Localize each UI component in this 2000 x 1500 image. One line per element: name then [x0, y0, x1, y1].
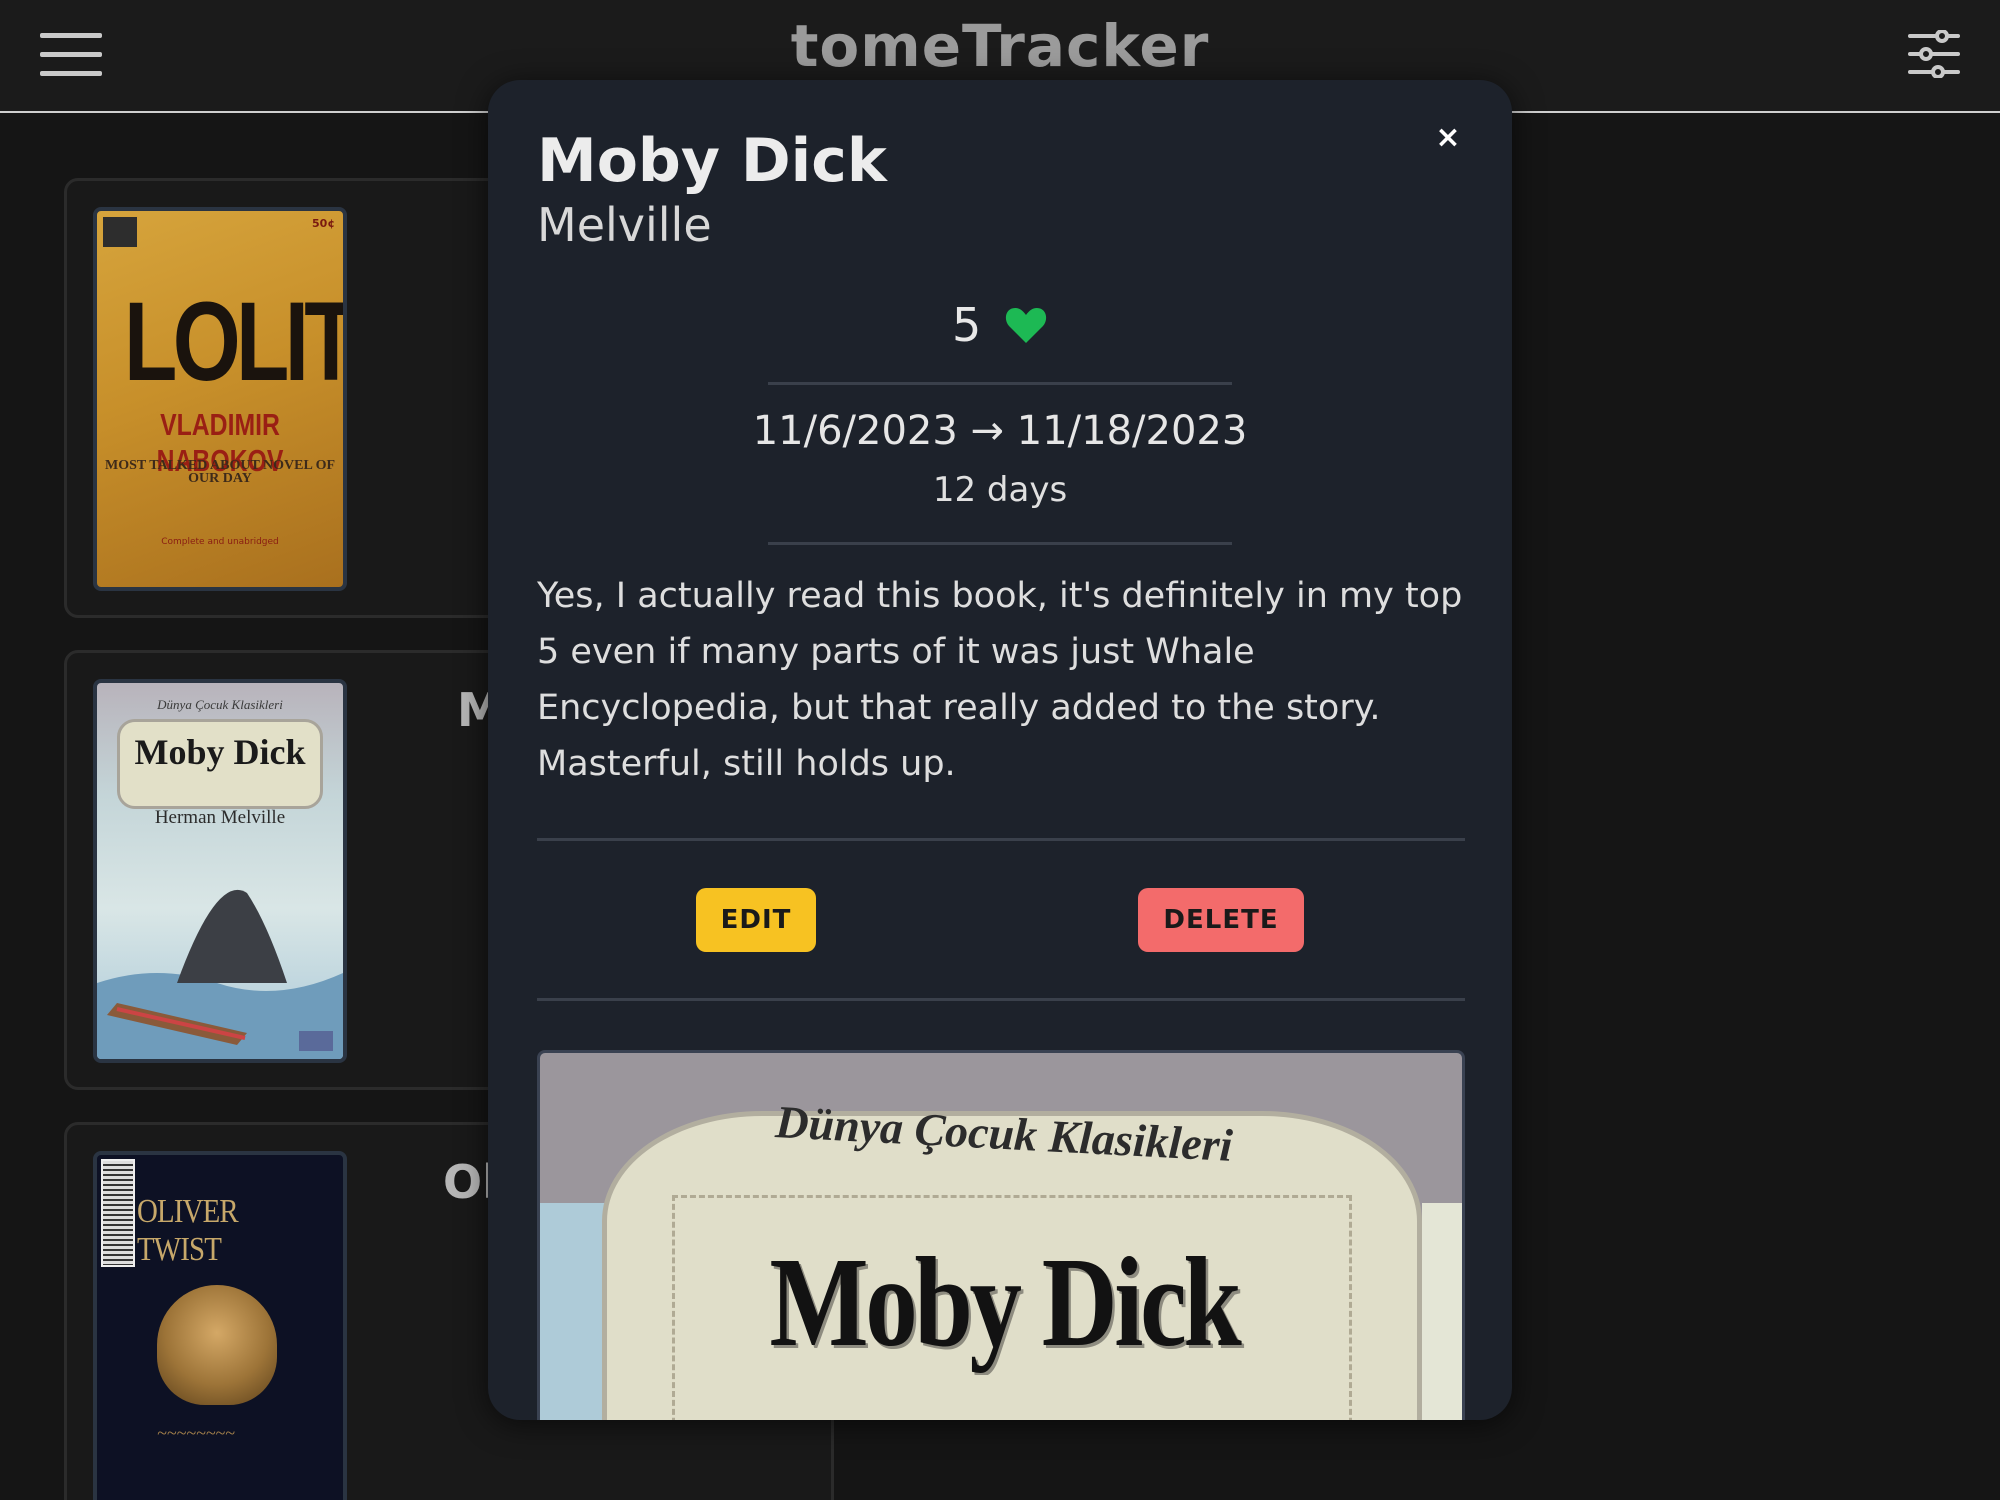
rating-value: 5 [952, 298, 982, 352]
reading-dates: 11/6/2023 → 11/18/2023 [752, 408, 1248, 454]
app-title: tomeTracker [790, 12, 1210, 80]
book-cover-oliver-twist: OLIVER TWIST ~~~~~~~~ [93, 1151, 347, 1500]
rating: 5 [488, 298, 1512, 356]
divider [537, 838, 1465, 841]
heart-icon [1004, 302, 1048, 356]
cover-title: Moby Dick [769, 1231, 1241, 1373]
book-cover-large: Dünya Çocuk Klasikleri Moby Dick [537, 1050, 1465, 1420]
divider [768, 542, 1232, 545]
author-signature: ~~~~~~~~ [157, 1423, 235, 1443]
library-barcode [101, 1159, 135, 1267]
book-detail-modal: × Moby Dick Melville 5 11/6/2023 → 11/18… [488, 80, 1512, 1420]
cover-title: Moby Dick [134, 732, 306, 772]
edit-button[interactable]: EDIT [696, 888, 816, 952]
divider [537, 998, 1465, 1001]
book-author: Melville [537, 198, 712, 252]
reading-duration: 12 days [932, 470, 1068, 510]
publisher-logo [103, 217, 137, 247]
cover-sky-right [1422, 1203, 1462, 1420]
cover-title: LOLITA [124, 279, 347, 404]
book-title: Moby Dick [537, 126, 887, 196]
publisher-badge [299, 1031, 333, 1051]
cover-price: 50¢ [312, 217, 335, 230]
cover-footer: Complete and unabridged [161, 537, 279, 547]
book-cover-lolita: 50¢ LOLITA VLADIMIR NABOKOV MOST TALKED … [93, 207, 347, 591]
cover-title: OLIVER TWIST [137, 1193, 239, 1268]
close-button[interactable]: × [1428, 118, 1468, 158]
book-cover-moby-dick: Dünya Çocuk Klasikleri Moby Dick Herman … [93, 679, 347, 1063]
divider [768, 382, 1232, 385]
cover-series: Dünya Çocuk Klasikleri [157, 697, 283, 712]
sliders-filter-icon[interactable] [1908, 29, 1960, 79]
author-portrait [157, 1285, 277, 1405]
delete-button[interactable]: DELETE [1138, 888, 1304, 952]
whale-illustration [97, 889, 343, 1059]
cover-tagline: MOST TALKED ABOUT NOVEL OF OUR DAY [104, 458, 336, 486]
cover-author: Herman Melville [154, 807, 286, 828]
review-text: Yes, I actually read this book, it's def… [537, 576, 1463, 784]
